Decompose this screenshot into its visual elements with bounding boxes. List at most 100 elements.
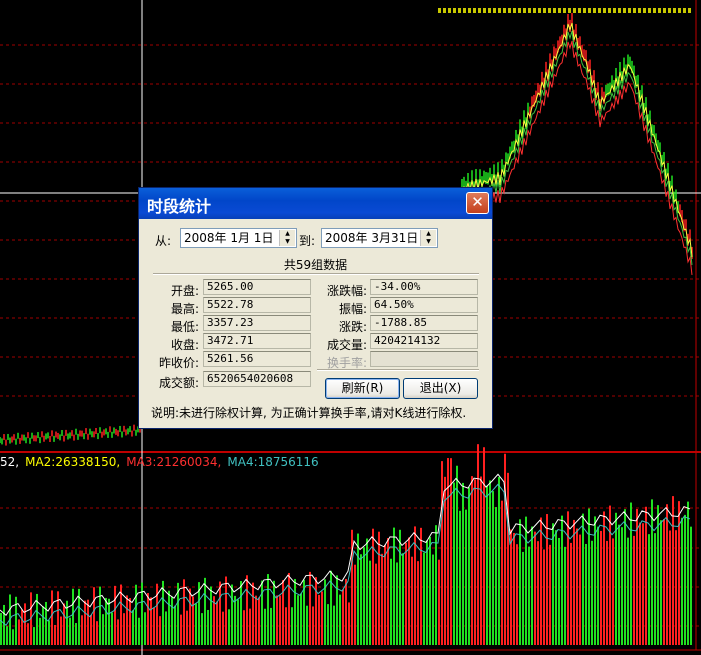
top-indicator-marker xyxy=(538,8,541,13)
divider xyxy=(317,369,479,371)
volume-bar xyxy=(84,600,86,645)
volume-bar xyxy=(561,515,563,645)
volume-bar xyxy=(522,551,524,645)
top-indicator-marker xyxy=(668,8,671,13)
top-indicator-marker xyxy=(563,8,566,13)
volume-bar xyxy=(489,480,491,645)
volume-bar xyxy=(516,544,518,645)
volume-bar xyxy=(93,587,95,645)
top-indicator-marker xyxy=(633,8,636,13)
volume-bar xyxy=(105,597,107,645)
volume-bar xyxy=(480,476,482,645)
volume-bar xyxy=(411,556,413,645)
volume-bar xyxy=(510,529,512,645)
volume-bar xyxy=(285,607,287,645)
volume-bar xyxy=(648,534,650,645)
volume-bar xyxy=(291,607,293,645)
top-indicator-marker xyxy=(643,8,646,13)
volume-bar xyxy=(477,444,479,645)
exit-button[interactable]: 退出(X) xyxy=(403,378,478,399)
volume-bar xyxy=(678,501,680,645)
volume-bar xyxy=(306,605,308,645)
top-indicator-marker xyxy=(533,8,536,13)
volume-bar xyxy=(234,595,236,645)
to-date-spin-icon[interactable]: ▲ ▼ xyxy=(420,230,436,246)
volume-bar xyxy=(531,526,533,645)
volume-bar xyxy=(681,517,683,645)
from-date-value: 2008年 1月 1日 xyxy=(184,231,274,245)
volume-bar xyxy=(111,612,113,645)
volume-bar xyxy=(180,614,182,645)
volume-bar xyxy=(129,598,131,645)
volume-bar xyxy=(153,607,155,645)
volume-bar xyxy=(261,580,263,645)
volume-bar xyxy=(618,524,620,645)
low-label: 最低: xyxy=(170,320,199,334)
dialog-title: 时段统计 xyxy=(147,197,212,216)
volume-bar xyxy=(279,595,281,645)
volume-bar xyxy=(270,607,272,645)
top-indicator-marker xyxy=(623,8,626,13)
volume-bar xyxy=(171,596,173,645)
dialog-titlebar[interactable]: 时段统计 ✕ xyxy=(139,188,492,219)
volume-bar xyxy=(633,535,635,645)
volume-bar xyxy=(333,605,335,645)
to-date-picker[interactable]: 2008年 3月31日 ▲ ▼ xyxy=(321,228,438,248)
volume-bar xyxy=(357,533,359,645)
close-label: 收盘: xyxy=(170,338,199,352)
change-pct-label: 涨跌幅: xyxy=(326,284,367,298)
top-indicator-marker xyxy=(543,8,546,13)
volume-bar xyxy=(672,496,674,645)
volume-bar xyxy=(474,479,476,645)
volume-bar xyxy=(240,580,242,645)
volume-bar xyxy=(483,447,485,645)
volume-bar xyxy=(372,528,374,645)
top-indicator-marker xyxy=(583,8,586,13)
volume-bar xyxy=(549,544,551,645)
volume-bar xyxy=(21,609,23,645)
volume-bar xyxy=(660,520,662,645)
volume-bar xyxy=(585,543,587,645)
volume-bar xyxy=(525,516,527,645)
amplitude-value: 64.50% xyxy=(370,297,478,313)
volume-bar xyxy=(24,603,26,645)
refresh-button[interactable]: 刷新(R) xyxy=(325,378,400,399)
from-date-picker[interactable]: 2008年 1月 1日 ▲ ▼ xyxy=(180,228,297,248)
volume-bar xyxy=(87,599,89,645)
top-indicator-marker xyxy=(673,8,676,13)
volume-bar xyxy=(399,529,401,645)
volume-bar xyxy=(663,519,665,645)
from-date-spin-icon[interactable]: ▲ ▼ xyxy=(279,230,295,246)
volume-bar xyxy=(138,617,140,645)
top-indicator-marker xyxy=(638,8,641,13)
volume-bar xyxy=(438,559,440,645)
turnover-rate-value xyxy=(370,351,478,367)
top-indicator-marker xyxy=(593,8,596,13)
volume-bar xyxy=(630,502,632,645)
volume-bar xyxy=(123,613,125,645)
volume-bar xyxy=(147,592,149,645)
volume-bar xyxy=(276,595,278,645)
top-indicator-marker xyxy=(548,8,551,13)
volume-bar xyxy=(96,621,98,645)
volume-bar xyxy=(495,507,497,645)
volume-bar xyxy=(684,514,686,645)
volume-bar xyxy=(210,586,212,645)
close-icon[interactable]: ✕ xyxy=(466,192,489,214)
top-indicator-marker xyxy=(573,8,576,13)
volume-bar xyxy=(462,482,464,645)
volume-bar xyxy=(57,591,59,645)
volume-bar xyxy=(384,545,386,645)
top-indicator-marker xyxy=(568,8,571,13)
volume-bar xyxy=(162,580,164,645)
top-indicator-marker xyxy=(483,8,486,13)
open-label: 开盘: xyxy=(170,284,199,298)
volume-bar xyxy=(348,602,350,645)
volume-bar xyxy=(132,610,134,645)
volume-bar xyxy=(75,623,77,645)
top-indicator-marker xyxy=(578,8,581,13)
top-indicator-marker xyxy=(598,8,601,13)
top-indicator-marker xyxy=(523,8,526,13)
volume-bar xyxy=(249,608,251,645)
top-indicator-marker xyxy=(478,8,481,13)
